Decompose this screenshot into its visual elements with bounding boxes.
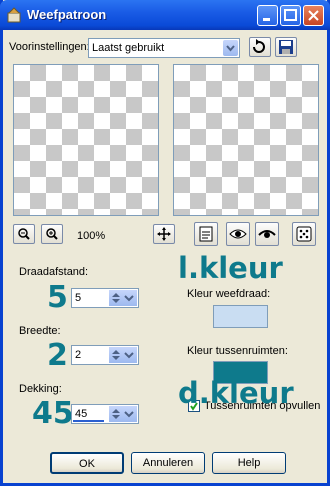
chevron-down-icon (226, 45, 235, 52)
move-icon (157, 227, 171, 241)
presets-dropdown[interactable]: Laatst gebruikt (88, 38, 240, 58)
kleur-tussenruimten-label: Kleur tussenruimten: (187, 345, 288, 357)
maximize-button[interactable] (280, 5, 301, 26)
annotation-l-kleur: l.kleur (178, 251, 283, 285)
preview-after (173, 64, 319, 216)
draadafstand-spinner[interactable]: 5 (71, 288, 139, 308)
save-preset-button[interactable] (275, 37, 297, 57)
maximize-icon (284, 9, 297, 21)
spinner-arrows[interactable] (109, 290, 137, 306)
window-title: Weefpatroon (27, 7, 107, 22)
zoom-out-button[interactable] (13, 224, 35, 244)
spin-updown-icon (112, 293, 134, 303)
reset-icon (253, 39, 265, 53)
dropdown-arrow (223, 40, 238, 56)
minimize-icon (263, 18, 270, 21)
proof-button[interactable] (226, 222, 250, 246)
annotation-number-5: 5 (47, 280, 68, 315)
zoom-level: 100% (77, 230, 106, 242)
preview-before (13, 64, 159, 216)
presets-label: Voorinstellingen: (9, 41, 90, 53)
cancel-button[interactable]: Annuleren (131, 452, 205, 474)
kleur-weefdraad-label: Kleur weefdraad: (187, 288, 271, 300)
dekking-value: 45 (75, 408, 88, 420)
preview-toggle-button[interactable] (194, 222, 218, 246)
preview-window-icon (199, 226, 213, 242)
annotation-number-45: 45 (32, 396, 74, 431)
presets-value: Laatst gebruikt (92, 42, 165, 54)
dekking-label: Dekking: (19, 383, 62, 395)
minimize-button[interactable] (257, 5, 278, 26)
close-button[interactable] (303, 5, 324, 26)
title-bar: Weefpatroon (0, 0, 330, 30)
breedte-value: 2 (75, 349, 82, 361)
spinner-arrows[interactable] (109, 347, 137, 363)
app-icon (7, 7, 21, 23)
annotation-d-kleur: d.kleur (178, 376, 294, 410)
dekking-spinner[interactable]: 45 (71, 404, 139, 424)
eye-proof-icon (229, 229, 247, 239)
auto-proof-button[interactable] (255, 222, 279, 246)
breedte-spinner[interactable]: 2 (71, 345, 139, 365)
draadafstand-value: 5 (75, 292, 82, 304)
zoom-in-button[interactable] (41, 224, 63, 244)
weefdraad-color-swatch[interactable] (213, 305, 268, 328)
reset-preset-button[interactable] (249, 37, 271, 57)
randomize-button[interactable] (292, 222, 316, 246)
zoom-out-icon (18, 228, 30, 240)
dice-icon (296, 226, 312, 242)
zoom-in-icon (46, 228, 58, 240)
help-button[interactable]: Help (212, 452, 286, 474)
annotation-number-2: 2 (47, 338, 68, 373)
spinner-arrows[interactable] (109, 406, 137, 422)
ok-button[interactable]: OK (50, 452, 124, 474)
pan-button[interactable] (153, 224, 175, 244)
save-icon (279, 40, 293, 54)
spin-updown-icon (112, 350, 134, 360)
spin-updown-icon (112, 409, 134, 419)
close-icon (308, 10, 319, 21)
draadafstand-label: Draadafstand: (19, 266, 89, 278)
eye-icon (258, 230, 276, 238)
dekking-slider-fill (73, 420, 104, 422)
breedte-label: Breedte: (19, 325, 61, 337)
